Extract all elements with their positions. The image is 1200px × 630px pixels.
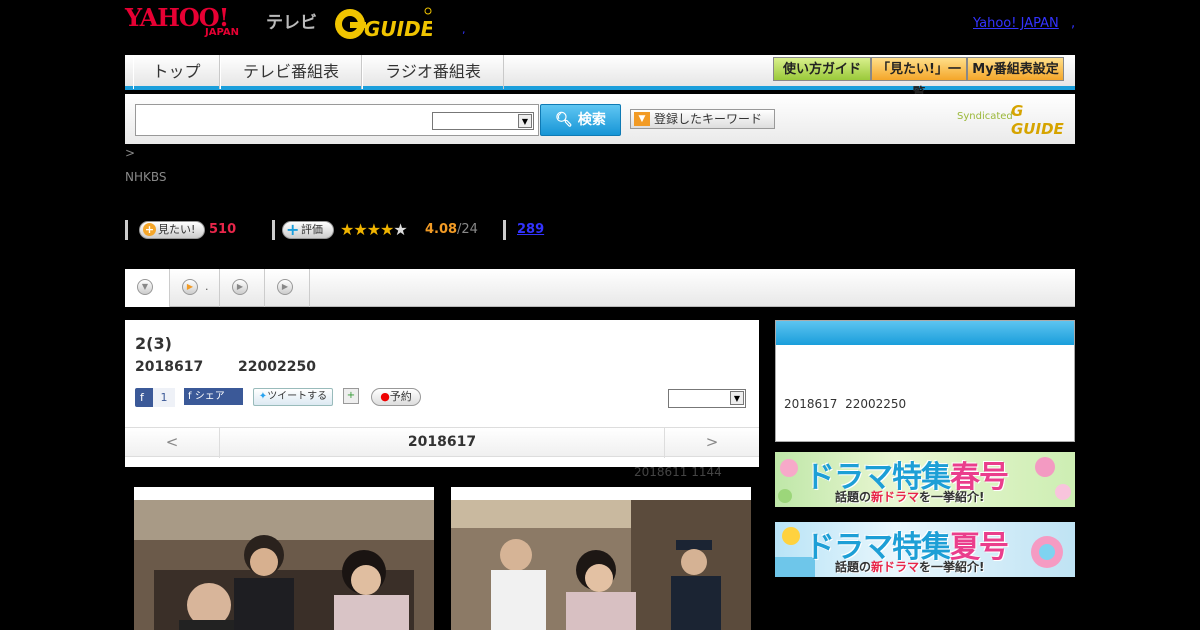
tab-program-info[interactable]: ▼	[125, 269, 170, 307]
gguide-logo[interactable]: GUIDE	[334, 6, 432, 42]
facebook-like-count: 1	[153, 388, 175, 407]
usage-guide-button[interactable]: 使い方ガイド	[773, 57, 871, 81]
broadcast-info-header	[776, 321, 1074, 345]
spring-banner-sub-a: 話題の	[835, 490, 872, 504]
main-nav: トップ テレビ番組表 ラジオ番組表 使い方ガイド 「見たい!」一覧 My番組表設…	[125, 55, 1075, 101]
tab-tv-listings[interactable]: テレビ番組表	[220, 55, 362, 89]
facebook-icon: f	[140, 391, 144, 404]
search-button-label: 検索	[577, 112, 606, 128]
page: YAHOO! JAPAN テレビ GUIDE , Yahoo! JAPAN , …	[0, 0, 1200, 630]
chevron-down-icon: ▼	[518, 114, 532, 128]
want-button[interactable]: + 見たい!	[139, 221, 205, 239]
spring-banner-subtitle: 話題の新ドラマを一挙紹介!	[835, 488, 985, 505]
my-listing-settings-button[interactable]: My番組表設定	[967, 57, 1064, 81]
broadcast-date: 2018617	[784, 397, 838, 411]
broadcast-time: 22002250	[845, 397, 907, 411]
want-list-button[interactable]: 「見たい!」一覧	[871, 57, 967, 101]
day-navigation: < 2018617 >	[125, 427, 759, 458]
broadcast-info-text: 2018617 22002250	[784, 397, 906, 411]
syndicated-text: Syndicated	[957, 111, 1013, 122]
current-day: 2018617	[407, 434, 477, 450]
record-button[interactable]: ●予約	[371, 388, 421, 406]
summer-banner-subtitle: 話題の新ドラマを一挙紹介!	[835, 558, 985, 575]
saved-keywords-button[interactable]: ▼ 登録したキーワード	[630, 109, 775, 129]
header-link-separator: ,	[1071, 16, 1076, 31]
tweet-label: ツイートする	[267, 391, 328, 402]
tv-logo-text[interactable]: テレビ	[266, 8, 317, 33]
twitter-icon: ✦	[258, 391, 268, 402]
facebook-share-button[interactable]: f シェア	[184, 388, 243, 405]
broadcast-info-box: 2018617 22002250	[775, 320, 1075, 442]
rating-value: 4.08	[425, 222, 458, 237]
rating-stars: ★★★★★	[340, 220, 408, 239]
want-count: 510	[209, 222, 237, 237]
rate-button-label: 評価	[301, 223, 323, 236]
photo-1-graphic	[134, 500, 434, 630]
program-date: 2018617	[135, 359, 204, 375]
search-icon: 🔍︎	[555, 112, 573, 128]
summer-banner-sub-a: 話題の	[835, 560, 872, 574]
yahoo-japan-link[interactable]: Yahoo! JAPAN	[973, 16, 1059, 31]
spring-banner-sub-c: を一挙紹介!	[919, 490, 985, 504]
tab-radio-listings[interactable]: ラジオ番組表	[362, 55, 504, 89]
program-options-select[interactable]: ▼	[668, 389, 746, 408]
tweet-button[interactable]: ✦ツイートする	[253, 388, 333, 406]
plus-icon: +	[143, 223, 156, 236]
search-bar: ▼ 🔍︎ 検索 ▼ 登録したキーワード Syndicated G GUIDE	[125, 94, 1075, 144]
program-photo-1[interactable]	[134, 487, 434, 630]
divider	[125, 220, 128, 240]
svg-text:GUIDE: GUIDE	[364, 17, 432, 41]
program-title: 2(3)	[135, 334, 172, 353]
update-timestamp: 2018611 1144	[634, 465, 722, 479]
drama-spring-banner[interactable]: ドラマ特集春号 話題の新ドラマを一挙紹介!	[775, 452, 1075, 507]
photo-2-image	[451, 500, 751, 630]
arrow-down-icon: ▼	[634, 112, 650, 126]
tab-2-label: .	[205, 280, 209, 293]
tab-3[interactable]: ▶	[220, 269, 265, 307]
photo-1-image	[134, 500, 434, 630]
previous-day-button[interactable]: <	[125, 428, 220, 458]
tab-2[interactable]: ▶ .	[170, 269, 220, 307]
program-stats: + 見たい! 510 + 評価 ★★★★★ 4.08 /24 289	[125, 220, 625, 240]
tab-top[interactable]: トップ	[133, 55, 220, 89]
saved-keywords-label: 登録したキーワード	[654, 112, 763, 126]
spring-banner-sub-b: 新ドラマ	[871, 490, 920, 504]
rating-count: /24	[457, 222, 478, 237]
review-count-link[interactable]: 289	[517, 222, 544, 237]
search-category-select[interactable]: ▼	[432, 112, 534, 130]
record-label: 予約	[389, 390, 412, 403]
channel-name: NHKBS	[125, 170, 167, 184]
divider	[272, 220, 275, 240]
program-tabs: ▼ ▶ . ▶ ▶	[125, 269, 1075, 307]
star-filled-icon: ★★★★	[340, 220, 394, 239]
want-button-label: 見たい!	[158, 223, 196, 236]
syndicated-gguide-logo: G GUIDE	[1011, 102, 1064, 138]
chevron-down-icon: ▼	[137, 279, 153, 295]
facebook-like-button[interactable]: f 1	[135, 388, 175, 407]
yahoo-japan-text: JAPAN	[205, 27, 239, 38]
calendar-add-icon[interactable]: +	[343, 388, 359, 404]
program-panel: 2(3) 2018617 22002250 f 1 f シェア ✦ツイートする …	[125, 320, 759, 467]
play-icon: ▶	[277, 279, 293, 295]
record-dot-icon: ●	[380, 390, 390, 403]
play-icon: ▶	[232, 279, 248, 295]
divider	[503, 220, 506, 240]
program-photo-2[interactable]	[451, 487, 751, 630]
drama-summer-banner[interactable]: ドラマ特集夏号 話題の新ドラマを一挙紹介!	[775, 522, 1075, 577]
chevron-down-icon: ▼	[730, 391, 744, 405]
summer-banner-sub-b: 新ドラマ	[871, 560, 920, 574]
next-day-button[interactable]: >	[664, 428, 759, 458]
program-time: 22002250	[238, 359, 316, 375]
plus-icon: +	[286, 220, 300, 239]
tab-4[interactable]: ▶	[265, 269, 310, 307]
photo-2-graphic	[451, 500, 751, 630]
search-button[interactable]: 🔍︎ 検索	[540, 104, 621, 136]
star-empty-icon: ★	[393, 220, 407, 239]
rate-button[interactable]: + 評価	[282, 221, 334, 239]
header-separator: ,	[462, 23, 466, 36]
play-icon: ▶	[182, 279, 198, 295]
breadcrumb[interactable]: >	[125, 146, 135, 160]
summer-banner-sub-c: を一挙紹介!	[919, 560, 985, 574]
